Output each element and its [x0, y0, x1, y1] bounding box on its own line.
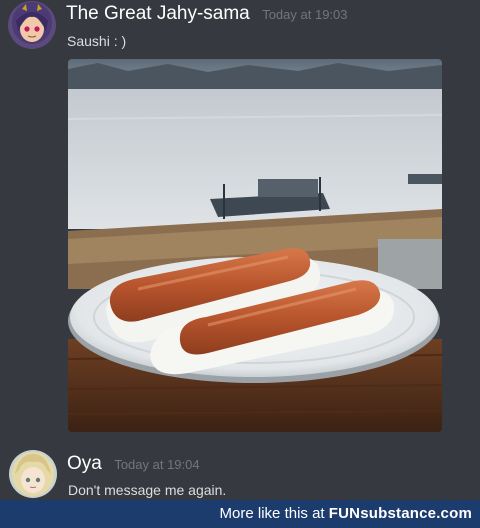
anime-blonde-avatar-icon: [9, 450, 57, 498]
username[interactable]: The Great Jahy-sama: [66, 3, 250, 24]
anime-girl-avatar-icon: [8, 1, 56, 49]
timestamp: Today at 19:04: [114, 457, 200, 472]
message-header: The Great Jahy-sama Today at 19:03: [66, 3, 348, 25]
message-group-jahy: The Great Jahy-sama Today at 19:03 Saush…: [0, 0, 480, 448]
watermark-bar: More like this at FUNsubstance.com: [0, 500, 480, 528]
message-header: Oya Today at 19:04: [67, 453, 200, 475]
funsubstance-logo: FUNsubstance.com: [328, 505, 472, 522]
message-text: Don't message me again.: [68, 482, 227, 498]
watermark-text[interactable]: More like this at FUNsubstance.com: [220, 505, 472, 522]
image-attachment[interactable]: [68, 59, 442, 432]
user-avatar[interactable]: [9, 450, 57, 498]
timestamp: Today at 19:03: [262, 7, 348, 22]
user-avatar[interactable]: [8, 1, 56, 49]
username[interactable]: Oya: [67, 453, 102, 474]
sausage-sushi-photo-icon: [68, 59, 442, 432]
message-text: Saushi : ): [67, 33, 127, 49]
watermark-prefix: More like this at: [219, 505, 329, 522]
message-group-oya: Oya Today at 19:04 Don't message me agai…: [0, 448, 480, 500]
